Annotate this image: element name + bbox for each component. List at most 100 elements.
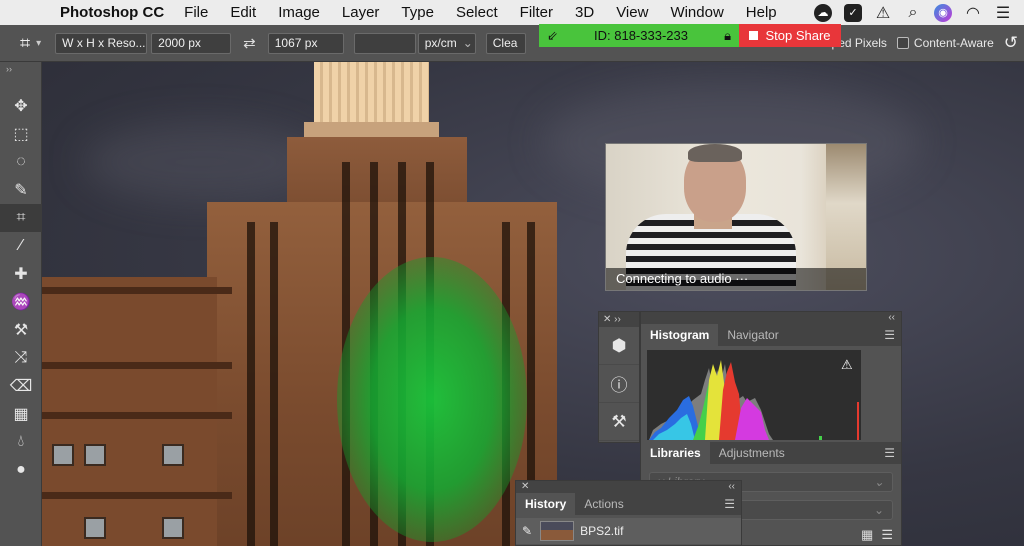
scaffold-beam: [42, 412, 232, 419]
grid-view-icon[interactable]: ▦: [861, 527, 873, 543]
blur-icon[interactable]: 💧︎: [0, 428, 42, 456]
menu-image[interactable]: Image: [278, 4, 320, 21]
tab-actions[interactable]: Actions: [575, 493, 632, 515]
history-brush-source-icon[interactable]: ✎: [522, 524, 532, 538]
stop-share-button[interactable]: Stop Share: [739, 24, 841, 47]
history-snapshot-thumbnail: [540, 521, 575, 541]
resolution-unit-select[interactable]: px/cm: [417, 32, 476, 54]
menu-view[interactable]: View: [616, 4, 648, 21]
marquee-icon[interactable]: ⬚: [0, 120, 42, 148]
tab-history[interactable]: History: [516, 493, 576, 515]
share-id-text: ID: 818-333-233: [594, 28, 688, 43]
tab-libraries[interactable]: Libraries: [641, 442, 710, 464]
toolbar-grip: [0, 74, 41, 92]
history-collapse-icon[interactable]: ‹‹: [728, 481, 735, 493]
move-icon[interactable]: ✥: [0, 92, 42, 120]
share-arrow-icon: ⇙: [547, 27, 558, 43]
tab-histogram[interactable]: Histogram: [641, 324, 719, 346]
dodge-icon[interactable]: ●: [0, 456, 42, 484]
wifi-icon[interactable]: ◠: [964, 4, 982, 22]
history-topbar: ✕ ‹‹: [516, 481, 741, 493]
width-input[interactable]: 2000 px: [151, 32, 232, 54]
sky-cloud: [82, 122, 322, 202]
green-highlight: [337, 257, 527, 542]
spotlight-search-icon[interactable]: ⌕: [904, 4, 922, 22]
menu-layer[interactable]: Layer: [342, 4, 380, 21]
history-menu-icon[interactable]: ☰: [724, 497, 735, 511]
list-view-icon[interactable]: ☰: [881, 527, 893, 543]
brush-icon[interactable]: ♒: [0, 288, 42, 316]
history-close-icon[interactable]: ✕: [521, 481, 529, 493]
menu-app-name[interactable]: Photoshop CC: [60, 4, 164, 21]
collapsed-panel-dock: ✕ ›› ⬢ ⓘ ⚒: [598, 311, 640, 443]
siri-icon[interactable]: ◉: [934, 3, 952, 22]
menu-select[interactable]: Select: [456, 4, 498, 21]
creative-cloud-icon[interactable]: ☁: [814, 3, 832, 22]
check-app-icon[interactable]: ✓: [844, 3, 862, 22]
menu-type[interactable]: Type: [401, 4, 434, 21]
warning-app-icon[interactable]: ⚠: [874, 4, 892, 22]
menu-3d[interactable]: 3D: [575, 4, 594, 21]
eyedropper-icon[interactable]: ⁄: [0, 232, 42, 260]
tab-adjustments[interactable]: Adjustments: [710, 442, 794, 464]
info-icon[interactable]: ⓘ: [599, 365, 639, 403]
content-aware-box[interactable]: [896, 37, 909, 49]
quick-select-icon[interactable]: ✎: [0, 176, 42, 204]
building-window: [162, 517, 184, 539]
menu-bar: Photoshop CC File Edit Image Layer Type …: [0, 0, 1024, 25]
histogram-tabbar: Histogram Navigator ☰: [641, 324, 901, 346]
histogram-red-spike: [857, 402, 859, 440]
swap-dimensions-icon[interactable]: ⇄: [243, 34, 256, 52]
tower-stripe: [247, 222, 255, 546]
histogram-area: ⚠: [641, 346, 901, 442]
screen-share-banner: ⇙ ID: 818-333-233 🔒︎ Stop Share: [539, 24, 841, 47]
ratio-select[interactable]: W x H x Reso...: [55, 32, 148, 54]
menu-window[interactable]: Window: [670, 4, 723, 21]
building-window: [84, 517, 106, 539]
history-item[interactable]: ✎ BPS2.tif: [516, 518, 741, 544]
histogram-graph: [647, 350, 861, 440]
building-window: [52, 444, 74, 466]
cache-warning-icon[interactable]: ⚠: [841, 357, 853, 373]
menu-edit[interactable]: Edit: [230, 4, 256, 21]
toolbar-collapse-icon[interactable]: ››: [0, 62, 41, 74]
history-panel: ✕ ‹‹ History Actions ☰ ✎ BPS2.tif: [515, 480, 742, 546]
stamp-icon[interactable]: ⚒: [0, 316, 42, 344]
mini-panel-close-icon[interactable]: ✕ ››: [599, 312, 639, 327]
3d-panel-icon[interactable]: ⬢: [599, 327, 639, 365]
menu-filter[interactable]: Filter: [520, 4, 553, 21]
panel-collapse-icon[interactable]: ‹‹: [641, 312, 901, 324]
libraries-menu-icon[interactable]: ☰: [884, 446, 895, 460]
tab-navigator[interactable]: Navigator: [718, 324, 787, 346]
eraser-icon[interactable]: ⌫: [0, 372, 42, 400]
gradient-icon[interactable]: ▦: [0, 400, 42, 428]
libraries-tabbar: Libraries Adjustments ☰: [641, 442, 901, 464]
reset-icon[interactable]: ↺: [1004, 33, 1018, 53]
webcam-preview[interactable]: Connecting to audio ···: [605, 143, 867, 291]
content-aware-checkbox[interactable]: Content-Aware: [896, 36, 994, 50]
crop-preset-icon[interactable]: ⌗: [20, 33, 30, 54]
stop-share-label: Stop Share: [765, 28, 831, 43]
notification-center-icon[interactable]: ☰: [994, 4, 1012, 22]
clone-source-icon[interactable]: ⚒: [599, 403, 639, 441]
tools-panel: ›› ✥ ⬚ ◌ ✎ ⌗ ⁄ ✚ ♒ ⚒ ⤨ ⌫ ▦ 💧︎ ●: [0, 62, 42, 546]
lasso-icon[interactable]: ◌: [0, 148, 42, 176]
menu-help[interactable]: Help: [746, 4, 777, 21]
history-item-label: BPS2.tif: [580, 524, 624, 538]
lock-icon: 🔒︎: [724, 27, 731, 43]
clear-button[interactable]: Clea: [485, 32, 526, 54]
chevron-down-icon[interactable]: ▾: [36, 38, 41, 49]
building-window: [84, 444, 106, 466]
scaffold-beam: [42, 362, 232, 369]
healing-icon[interactable]: ✚: [0, 260, 42, 288]
share-id-box[interactable]: ⇙ ID: 818-333-233 🔒︎: [539, 24, 739, 47]
histogram-green-spike: [819, 436, 822, 440]
panel-menu-icon[interactable]: ☰: [884, 328, 895, 342]
history-brush-icon[interactable]: ⤨: [0, 344, 42, 372]
crop-icon[interactable]: ⌗: [0, 204, 42, 232]
scaffold-beam: [42, 492, 232, 499]
height-input[interactable]: 1067 px: [267, 32, 344, 54]
resolution-input[interactable]: [353, 32, 416, 54]
menu-file[interactable]: File: [184, 4, 208, 21]
library-view-toggle: ▦ ☰: [861, 527, 893, 543]
